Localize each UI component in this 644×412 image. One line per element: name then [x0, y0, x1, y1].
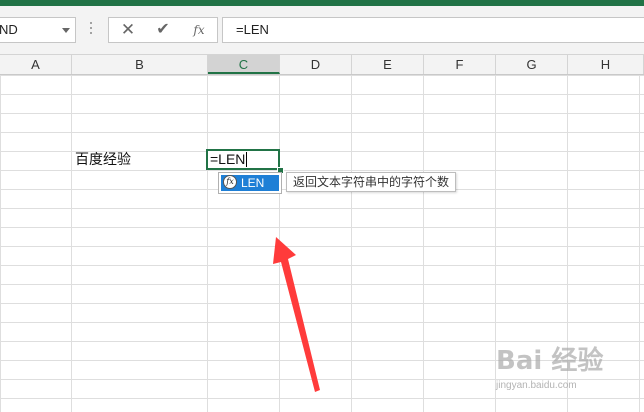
arrow-shape — [273, 237, 320, 392]
baidu-watermark: Bai 经验 jingyan.baidu.com — [496, 340, 644, 412]
watermark-logo: Bai 经验 — [496, 346, 604, 376]
watermark-url: jingyan.baidu.com — [496, 380, 577, 391]
